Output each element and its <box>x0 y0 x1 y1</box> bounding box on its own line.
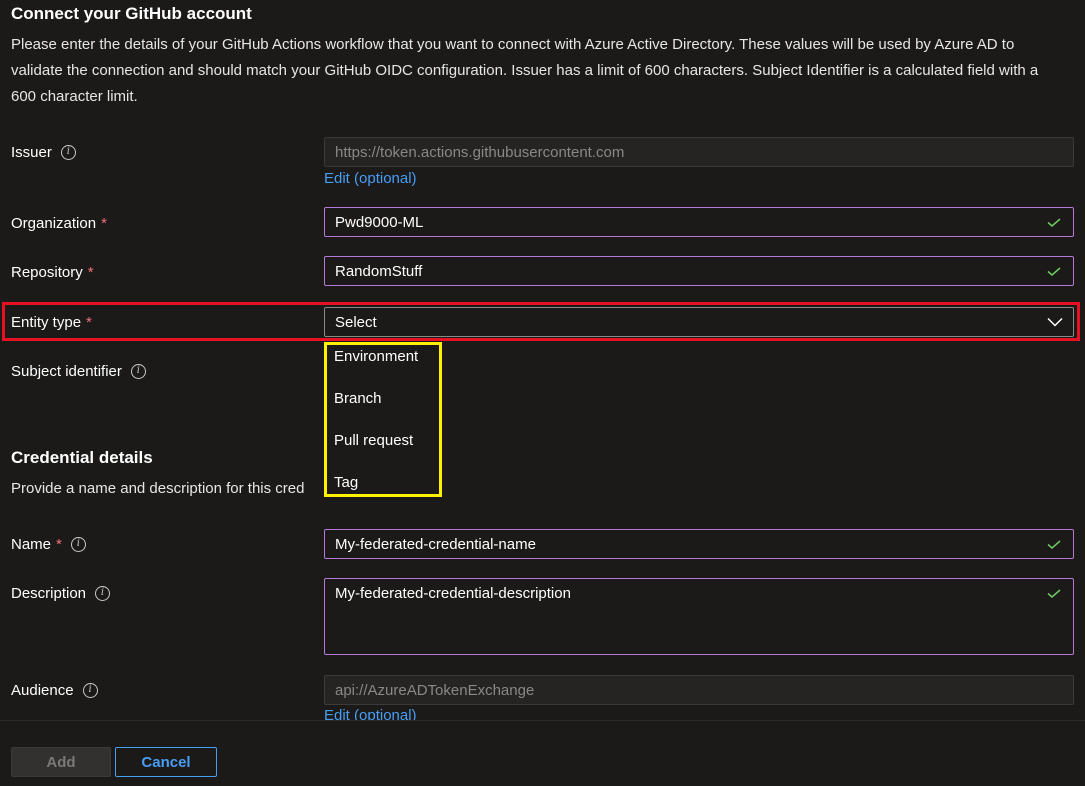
section-description-credential-details: Provide a name and description for this … <box>11 480 305 497</box>
entity-type-option[interactable]: Tag <box>327 471 439 513</box>
info-icon[interactable]: i <box>95 585 111 601</box>
name-input-value: My-federated-credential-name <box>335 535 536 553</box>
info-icon[interactable]: i <box>60 144 76 160</box>
name-input[interactable]: My-federated-credential-name <box>324 529 1074 559</box>
entity-type-label-text: Entity type <box>11 313 82 331</box>
section-title-credential-details: Credential details <box>11 448 153 467</box>
issuer-input[interactable]: https://token.actions.githubusercontent.… <box>324 137 1074 167</box>
repository-input-value: RandomStuff <box>335 262 423 280</box>
entity-type-option[interactable]: Branch <box>327 387 439 429</box>
add-button[interactable]: Add <box>11 747 111 777</box>
required-marker: * <box>56 535 62 553</box>
organization-input-value: Pwd9000-ML <box>335 213 424 231</box>
section-title-connect-github: Connect your GitHub account <box>11 4 252 23</box>
subject-identifier-label: Subject identifier i <box>11 361 146 381</box>
description-textarea[interactable]: My-federated-credential-description <box>324 578 1074 655</box>
issuer-input-value: https://token.actions.githubusercontent.… <box>335 143 625 161</box>
organization-label: Organization * <box>11 213 107 233</box>
valid-check-icon <box>1047 589 1061 598</box>
description-textarea-value: My-federated-credential-description <box>335 585 571 602</box>
entity-type-selected-value: Select <box>335 313 377 331</box>
entity-type-option[interactable]: Environment <box>327 345 439 387</box>
footer-divider <box>0 720 1085 721</box>
cancel-button[interactable]: Cancel <box>115 747 217 777</box>
repository-input[interactable]: RandomStuff <box>324 256 1074 286</box>
organization-input[interactable]: Pwd9000-ML <box>324 207 1074 237</box>
audience-edit-link[interactable]: Edit (optional) <box>324 706 417 720</box>
section-description-connect-github: Please enter the details of your GitHub … <box>11 36 1039 105</box>
subject-identifier-label-text: Subject identifier <box>11 362 122 380</box>
valid-check-icon <box>1047 217 1061 227</box>
required-marker: * <box>86 313 92 331</box>
required-marker: * <box>87 263 94 281</box>
issuer-label-text: Issuer <box>11 143 52 161</box>
info-icon[interactable]: i <box>82 682 98 698</box>
organization-label-text: Organization <box>11 214 97 232</box>
entity-type-select[interactable]: Select <box>324 307 1074 337</box>
issuer-edit-link[interactable]: Edit (optional) <box>324 170 417 187</box>
valid-check-icon <box>1047 539 1061 549</box>
name-label-text: Name <box>11 535 52 553</box>
audience-label: Audience i <box>11 680 98 700</box>
entity-type-option[interactable]: Pull request <box>327 429 439 471</box>
audience-label-text: Audience <box>11 681 74 699</box>
entity-type-dropdown-list: Environment Branch Pull request Tag <box>324 342 442 497</box>
audience-input[interactable]: api://AzureADTokenExchange <box>324 675 1074 705</box>
chevron-down-icon <box>1047 317 1063 327</box>
repository-label: Repository * <box>11 262 94 282</box>
entity-type-label: Entity type * <box>11 312 92 332</box>
required-marker: * <box>101 214 107 232</box>
issuer-label: Issuer i <box>11 142 76 162</box>
valid-check-icon <box>1047 266 1061 276</box>
description-label: Description i <box>11 583 111 603</box>
description-label-text: Description <box>11 584 87 602</box>
info-icon[interactable]: i <box>130 363 146 379</box>
audience-edit-link-clip: Edit (optional) <box>324 706 417 720</box>
name-label: Name * i <box>11 534 86 554</box>
info-icon[interactable]: i <box>70 536 86 552</box>
audience-input-value: api://AzureADTokenExchange <box>335 681 535 699</box>
repository-label-text: Repository <box>11 263 83 281</box>
